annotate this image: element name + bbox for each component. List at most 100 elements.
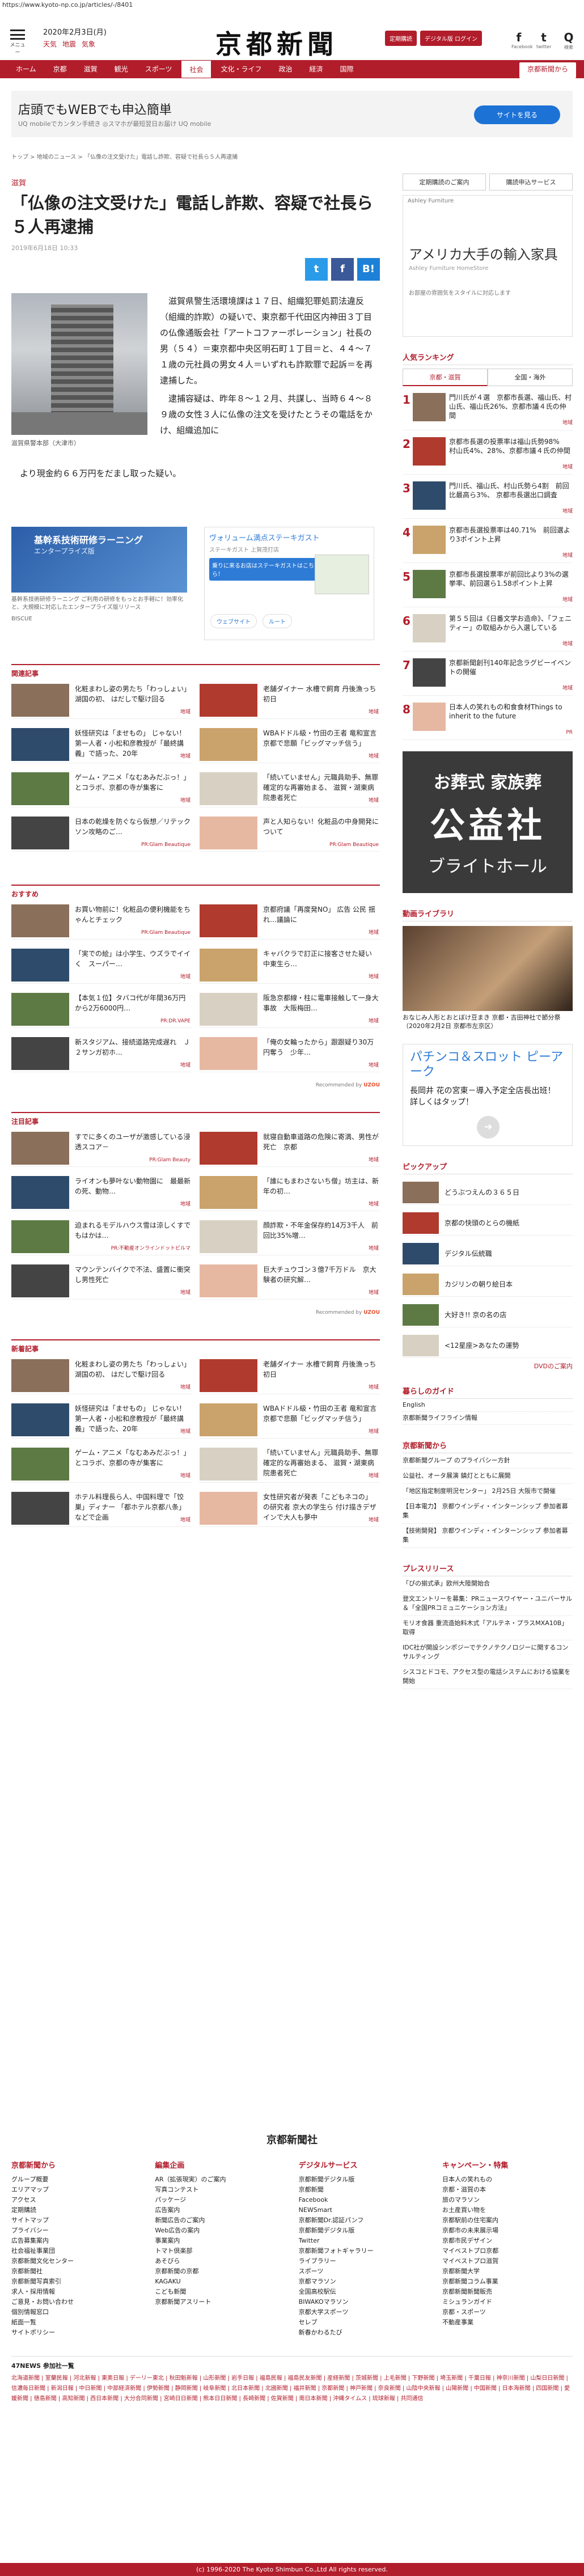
pachinko-ad[interactable]: パチンコ＆スロット ピーアーク 長岡井 花の宮東－導入予定全店長出班！ 詳しくは…	[403, 1044, 573, 1146]
article-card-title[interactable]: WBAドドル級・竹田の王者 竜和宣言 京都で悲願「ビッグマッチ信う」	[263, 1403, 380, 1424]
ranking-item[interactable]: 1 門川氏が４選 京都市長選、福山氏、村山氏、福山氏26%、京都市議４氏の仲間 地域	[403, 393, 573, 430]
article-card-title[interactable]: 女性研究者が発表「こどもネコの」 の研究者 京大の学生ら 付け描きデザインで大人…	[263, 1492, 380, 1522]
article-card[interactable]: 「誰にもまわさないち僧」坊主は、新年の初… 地域	[200, 1176, 380, 1211]
article-thumbnail[interactable]	[200, 1132, 257, 1165]
nav-item-shakai[interactable]: 社会	[181, 60, 212, 78]
list-item[interactable]: IDC社が開設シンポジーでテクノテクノロジーに関するコンサルティング	[403, 1640, 573, 1665]
footer-link[interactable]: スポーツ	[299, 2266, 429, 2277]
article-card[interactable]: WBAドドル級・竹田の王者 竜和宣言 京都で悲願「ビッグマッチ信う」 地域	[200, 728, 380, 763]
weather-info-link[interactable]: 気象	[82, 40, 95, 48]
article-thumbnail[interactable]	[200, 1403, 257, 1436]
footer-link[interactable]: 日本人の笑れもの	[442, 2175, 573, 2185]
top-ad-banner[interactable]: 店頭でもWEBでも申込簡単 UQ mobileでカンタン手続き ◎スマホが最短翌…	[11, 91, 573, 137]
article-thumbnail[interactable]	[11, 772, 69, 805]
footer-link[interactable]: ミシュランガイド	[442, 2297, 573, 2307]
article-card-title[interactable]: お買い物前に！化粧品の便利機能をちゃんとチェック	[75, 904, 192, 925]
top-ad-button[interactable]: サイトを見る	[473, 105, 560, 124]
pickup-title[interactable]: 京都の快頭のとらの機紙	[439, 1218, 573, 1228]
footer-link[interactable]: 個別情報窓口	[11, 2307, 142, 2317]
article-thumbnail[interactable]	[200, 1037, 257, 1070]
article-card-title[interactable]: 【本気１位】タバコ代が年間36万円から2万6000円…	[75, 993, 192, 1013]
pickup-title[interactable]: どうぶつえんの３６５日	[439, 1187, 573, 1197]
footer-link[interactable]: アクセス	[11, 2195, 142, 2205]
footer-link[interactable]: Facebook	[299, 2195, 429, 2205]
inline-ad-right[interactable]: ヴォリューム満点ステーキガスト ステーキガスト 上賀茂打店 乗りに来るお店はステ…	[204, 527, 374, 640]
ranking-item[interactable]: 8 日本人の笑れもの和食食材Things to inherit to the fu…	[403, 703, 573, 740]
article-thumbnail[interactable]	[200, 1176, 257, 1209]
list-item[interactable]: 「地区指定制度明況センター」 2月25日 大阪市で開催	[403, 1484, 573, 1499]
list-item[interactable]: 登文エントリーを募集：PRニュースワイヤー・ユニバーサル＆「全国PRコミュニケー…	[403, 1592, 573, 1616]
footer-link[interactable]: トマト倶楽部	[155, 2246, 285, 2256]
footer-link[interactable]: 京都新聞Dr.認証パンフ	[299, 2215, 429, 2226]
footer-link[interactable]: 写真コンテスト	[155, 2185, 285, 2195]
ranking-item[interactable]: 4 京都市長選投票率は40.71% 前回選より3ポイント上昇 地域	[403, 526, 573, 563]
article-thumbnail[interactable]	[200, 817, 257, 849]
article-card[interactable]: 【本気１位】タバコ代が年間36万円から2万6000円… PR:DR.VAPE	[11, 993, 192, 1028]
subscribe-guide-link[interactable]: 定期購読のご案内	[403, 174, 486, 191]
article-card-title[interactable]: マウンテンバイクで不法、盛置に衝突し男性死亡	[75, 1264, 192, 1285]
article-card-title[interactable]: 「続いていません」元職員助手、無罪確定的な再審始まる、 滋賀・湖東病院患者死亡	[263, 772, 380, 803]
pickup-item[interactable]: 大好き!! 京の名の店	[403, 1302, 573, 1327]
article-card-title[interactable]: 日本の乾燥を防ぐなら仮想／リテックソン攻略のご…	[75, 817, 192, 837]
article-card-title[interactable]: WBAドドル級・竹田の王者 竜和宣言 京都で悲願「ビッグマッチ信う」	[263, 728, 380, 748]
article-thumbnail[interactable]	[200, 772, 257, 805]
pickup-item[interactable]: カジリンの朝り絵日本	[403, 1272, 573, 1297]
article-card-title[interactable]: 化粧まわし姿の男たち「わっしょい」 湖国の初、 はだしで駆け回る	[75, 1359, 192, 1380]
footer-link[interactable]: Web広告の案内	[155, 2226, 285, 2236]
dvd-link[interactable]: DVDのご案内	[403, 1361, 573, 1371]
footer-link[interactable]: 社会福祉事業団	[11, 2246, 142, 2256]
article-card[interactable]: 新スタジアム、接続道路完成遅れ Ｊ２サンガ初ホ… 地域	[11, 1037, 192, 1072]
list-item[interactable]: 京都新聞グループ のプライバシー方針	[403, 1453, 573, 1469]
article-card[interactable]: キャバクラで訂正に接客させた疑い 中東生ら… 地域	[200, 949, 380, 984]
ranking-thumbnail[interactable]	[413, 703, 446, 731]
article-card-title[interactable]: ゲーム・アニメ「なむあみだぶっ！」とコラボ、京都の寺が集客に	[75, 1448, 192, 1468]
weather-link[interactable]: 天気	[43, 40, 57, 48]
nav-item-kyoto[interactable]: 京都	[45, 60, 75, 78]
nav-item-sports[interactable]: スポーツ	[137, 60, 180, 78]
article-category[interactable]: 滋賀	[11, 177, 380, 188]
tab-kyoto-shiga[interactable]: 京都・滋賀	[403, 369, 488, 386]
inline-ad-left[interactable]: 基幹系技術研修ラーニング エンタープライズ版 基幹系技術研修ラーニング ご利用の…	[11, 527, 187, 640]
article-card[interactable]: お買い物前に！化粧品の便利機能をちゃんとチェック PR:Glam Beautiqu…	[11, 904, 192, 940]
article-thumbnail[interactable]	[11, 1492, 69, 1525]
footer-link[interactable]: 旅のマラソン	[442, 2195, 573, 2205]
article-card[interactable]: すでに多くのユーザが激感している浸透スコア－ PR:Glam Beauty	[11, 1132, 192, 1167]
list-item[interactable]: 公益社、オータ展演 鎮灯とともに展開	[403, 1469, 573, 1484]
ranking-thumbnail[interactable]	[413, 481, 446, 510]
list-item[interactable]: 「ぴの揃式承」欧州大陸開始合	[403, 1576, 573, 1592]
ranking-thumbnail[interactable]	[413, 393, 446, 421]
article-card[interactable]: 就寝自動車道路の危険に寄満、男性が死亡 京都 地域	[200, 1132, 380, 1167]
ranking-title[interactable]: 京都新聞創刊140年記念ラグビーイベントの開催	[449, 658, 573, 676]
article-thumbnail[interactable]	[200, 949, 257, 982]
footer-link[interactable]: 全国高校駅伝	[299, 2287, 429, 2297]
tab-national[interactable]: 全国・海外	[488, 369, 573, 386]
article-card-title[interactable]: 迫まれるモデルハウス雪は涼しくすでもはかは…	[75, 1220, 192, 1241]
article-card[interactable]: 女性研究者が発表「こどもネコの」 の研究者 京大の学生ら 付け描きデザインで大人…	[200, 1492, 380, 1527]
article-thumbnail[interactable]	[11, 904, 69, 937]
article-thumbnail[interactable]	[11, 728, 69, 761]
video-thumbnail[interactable]	[403, 926, 573, 1011]
article-thumbnail[interactable]	[11, 1220, 69, 1253]
ranking-thumbnail[interactable]	[413, 437, 446, 466]
footer-link[interactable]: ライブラリー	[299, 2256, 429, 2266]
article-card[interactable]: 京都府議「再度発NO」 広告 公民 揺れ…議論に 地域	[200, 904, 380, 940]
nav-item-politics[interactable]: 政治	[270, 60, 300, 78]
footer-link[interactable]: マイベストプロ京都	[442, 2246, 573, 2256]
kurashi-english[interactable]: English	[403, 1399, 573, 1412]
article-thumbnail[interactable]	[11, 684, 69, 717]
article-card-title[interactable]: 新スタジアム、接続道路完成遅れ Ｊ２サンガ初ホ…	[75, 1037, 192, 1058]
article-card-title[interactable]: 「実での絵」は小学生、ウズラでイイく スーパー…	[75, 949, 192, 969]
ranking-thumbnail[interactable]	[413, 614, 446, 642]
article-card-title[interactable]: 巨大チュウゴン３億7千万ドル 京大験者の研究解…	[263, 1264, 380, 1285]
article-card-title[interactable]: 就寝自動車道路の危険に寄満、男性が死亡 京都	[263, 1132, 380, 1152]
pickup-item[interactable]: どうぶつえんの３６５日	[403, 1180, 573, 1205]
breadcrumb[interactable]: トップ > 地域のニュース > 「仏像の注文受けた」電話し詐欺、容疑で社長ら５人…	[11, 152, 238, 160]
ranking-thumbnail[interactable]	[413, 570, 446, 598]
footer-link[interactable]: BIWAKOマラソン	[299, 2297, 429, 2307]
facebook-icon[interactable]: f Facebook	[511, 31, 533, 50]
article-card[interactable]: WBAドドル級・竹田の王者 竜和宣言 京都で悲願「ビッグマッチ信う」 地域	[200, 1403, 380, 1439]
footer-link[interactable]: 京都新聞フォトギャラリー	[299, 2246, 429, 2256]
article-thumbnail[interactable]	[11, 1403, 69, 1436]
footer-link[interactable]: 京都マラソン	[299, 2277, 429, 2287]
nav-item-kanko[interactable]: 観光	[107, 60, 136, 78]
